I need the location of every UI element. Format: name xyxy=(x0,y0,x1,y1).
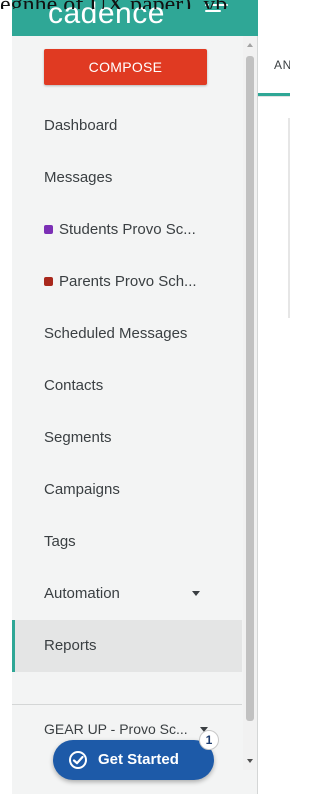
sidebar-item-campaigns[interactable]: Campaigns xyxy=(12,464,242,516)
purple-square-icon xyxy=(44,225,53,234)
notification-count-badge: 1 xyxy=(199,730,219,750)
sidebar-item-label: Students Provo Sc... xyxy=(59,221,196,238)
sidebar-item-label: Segments xyxy=(44,429,112,446)
compose-button[interactable]: COMPOSE xyxy=(44,49,207,85)
sidebar-item-label: Reports xyxy=(44,637,97,654)
sidebar-item-dashboard[interactable]: Dashboard xyxy=(12,100,242,152)
sidebar-item-messages[interactable]: Messages xyxy=(12,152,242,204)
get-started-label: Get Started xyxy=(98,751,179,768)
sidebar-item-label: Messages xyxy=(44,169,113,186)
sidebar-item-automation[interactable]: Automation xyxy=(12,568,242,620)
sidebar-nav: Dashboard Messages Students Provo Sc... … xyxy=(12,100,242,672)
scroll-up-arrow-icon[interactable] xyxy=(247,43,253,47)
sidebar-item-segments[interactable]: Segments xyxy=(12,412,242,464)
tab-analytics[interactable]: AN xyxy=(258,36,290,96)
sidebar-item-students-provo[interactable]: Students Provo Sc... xyxy=(12,204,242,256)
content-card-edge xyxy=(288,118,290,318)
sidebar-item-label: Dashboard xyxy=(44,117,118,134)
get-started-button[interactable]: Get Started xyxy=(53,740,214,780)
sidebar-item-label: Campaigns xyxy=(44,481,120,498)
main-content: AN xyxy=(258,36,290,794)
sidebar-item-label: Tags xyxy=(44,533,76,550)
sidebar-item-label: Automation xyxy=(44,585,120,602)
sidebar-item-label: Scheduled Messages xyxy=(44,325,188,342)
check-badge-icon xyxy=(69,751,87,769)
organization-name: GEAR UP - Provo Sc... xyxy=(44,721,188,737)
sidebar: cadence COMPOSE Dashboard Messages Stude… xyxy=(12,0,258,794)
sidebar-item-parents-provo[interactable]: Parents Provo Sch... xyxy=(12,256,242,308)
sidebar-item-contacts[interactable]: Contacts xyxy=(12,360,242,412)
top-caption-text: egnhe of UX paper), yb xyxy=(0,0,290,9)
scroll-down-arrow-icon[interactable] xyxy=(247,759,253,763)
sidebar-item-reports[interactable]: Reports xyxy=(12,620,242,672)
red-square-icon xyxy=(44,277,53,286)
caret-down-icon[interactable] xyxy=(192,591,200,596)
sidebar-item-tags[interactable]: Tags xyxy=(12,516,242,568)
tab-label: AN xyxy=(274,58,290,72)
content-divider xyxy=(258,96,290,97)
sidebar-scrollbar[interactable] xyxy=(243,36,257,770)
sidebar-item-scheduled-messages[interactable]: Scheduled Messages xyxy=(12,308,242,360)
scrollbar-thumb[interactable] xyxy=(246,56,254,721)
app-window: egnhe of UX paper), yb cadence COMPOSE D… xyxy=(0,0,290,794)
sidebar-item-label: Parents Provo Sch... xyxy=(59,273,197,290)
sidebar-item-label: Contacts xyxy=(44,377,104,394)
